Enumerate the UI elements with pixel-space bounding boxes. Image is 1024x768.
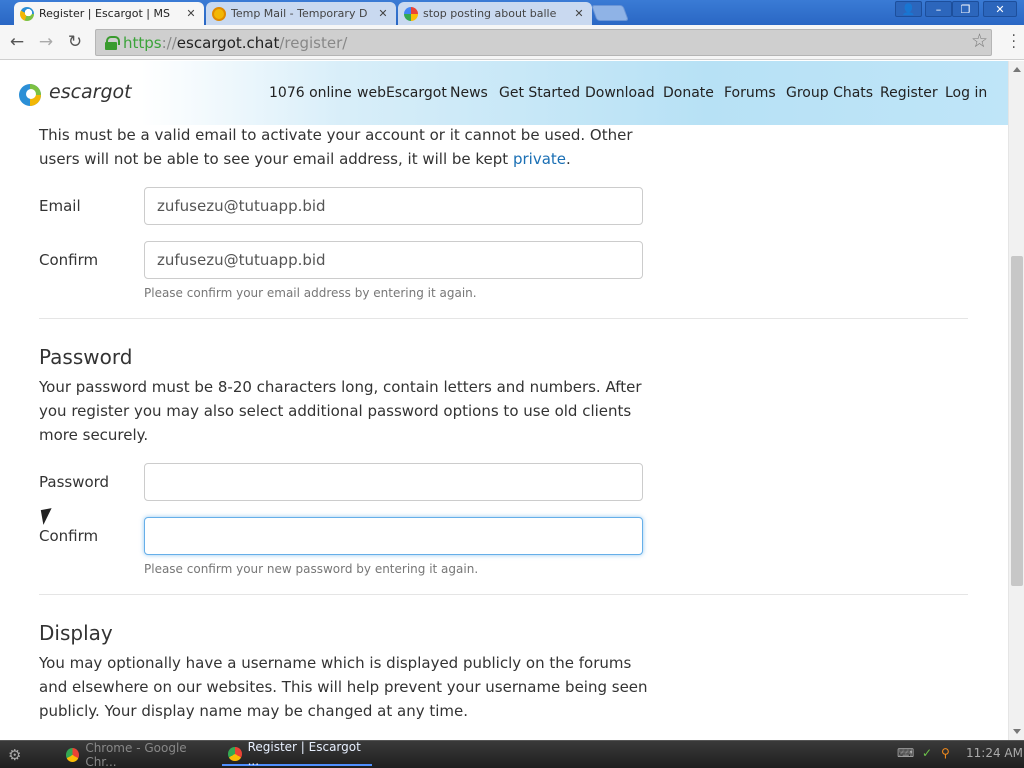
tempmail-favicon-icon bbox=[212, 6, 226, 21]
password-intro: Your password must be 8-20 characters lo… bbox=[39, 378, 642, 444]
url-path: /register/ bbox=[279, 33, 348, 52]
tab-google-search[interactable]: stop posting about balle ✕ bbox=[398, 2, 592, 25]
start-menu-icon[interactable]: ⚙ bbox=[8, 746, 30, 764]
site-brand[interactable]: escargot bbox=[49, 81, 132, 103]
nav-download[interactable]: Download bbox=[585, 85, 655, 101]
browser-toolbar: ← → ↻ https://escargot.chat/register/ ☆ … bbox=[0, 25, 1024, 60]
nav-online-count[interactable]: 1076 online bbox=[269, 85, 352, 101]
taskbar-chrome-window[interactable]: Chrome - Google Chr... bbox=[60, 741, 215, 768]
nav-news[interactable]: News bbox=[450, 85, 488, 101]
email-field[interactable]: zufusezu@tutuapp.bid bbox=[144, 187, 643, 225]
email-intro-end: . bbox=[566, 150, 571, 168]
mouse-cursor-icon bbox=[40, 508, 55, 525]
nav-webescargot[interactable]: webEscargot bbox=[357, 85, 447, 101]
taskbar-item-label: Register | Escargot ... bbox=[247, 740, 361, 768]
google-favicon-icon bbox=[404, 6, 418, 21]
chrome-icon bbox=[66, 748, 80, 762]
chrome-icon bbox=[228, 747, 242, 761]
tab-temp-mail[interactable]: Temp Mail - Temporary D ✕ bbox=[206, 2, 396, 25]
new-tab-button[interactable] bbox=[591, 5, 629, 21]
tab-title: Register | Escargot | MS bbox=[39, 7, 170, 20]
escargot-logo-icon[interactable] bbox=[18, 81, 42, 109]
search-icon[interactable]: ⚲ bbox=[941, 746, 950, 760]
address-bar[interactable]: https://escargot.chat/register/ bbox=[95, 29, 992, 56]
nav-group-chats[interactable]: Group Chats bbox=[786, 85, 873, 101]
tab-close-icon[interactable]: ✕ bbox=[376, 7, 390, 20]
taskbar-register-window[interactable]: Register | Escargot ... bbox=[222, 740, 372, 768]
page-scrollbar[interactable] bbox=[1008, 61, 1024, 740]
page-viewport: escargot 1076 online webEscargot News Ge… bbox=[0, 61, 1008, 740]
confirm-email-label: Confirm bbox=[39, 251, 99, 269]
confirm-password-help: Please confirm your new password by ente… bbox=[144, 562, 479, 576]
network-icon[interactable]: ✓ bbox=[922, 746, 932, 760]
email-intro: This must be a valid email to activate y… bbox=[39, 123, 659, 171]
nav-forums[interactable]: Forums bbox=[724, 85, 776, 101]
confirm-password-field[interactable] bbox=[144, 517, 643, 555]
taskbar-item-label: Chrome - Google Chr... bbox=[85, 741, 187, 768]
forward-arrow-icon[interactable]: → bbox=[35, 31, 57, 53]
escargot-favicon-icon bbox=[20, 6, 34, 21]
browser-menu-icon[interactable]: · · · bbox=[1012, 29, 1016, 55]
display-heading: Display bbox=[39, 621, 113, 645]
url-separator: :// bbox=[161, 33, 177, 52]
window-close-icon[interactable]: ✕ bbox=[983, 1, 1017, 17]
scroll-down-icon[interactable] bbox=[1013, 729, 1021, 734]
clock[interactable]: 11:24 AM bbox=[966, 746, 1023, 760]
nav-donate[interactable]: Donate bbox=[663, 85, 714, 101]
reload-icon[interactable]: ↻ bbox=[64, 31, 86, 53]
keyboard-icon[interactable]: ⌨ bbox=[897, 746, 914, 760]
nav-log-in[interactable]: Log in bbox=[945, 85, 987, 101]
tab-title: stop posting about balle bbox=[423, 7, 557, 20]
browser-tab-strip: Register | Escargot | MS ✕ Temp Mail - T… bbox=[0, 0, 1024, 25]
url-scheme: https bbox=[123, 33, 162, 52]
back-arrow-icon[interactable]: ← bbox=[6, 31, 28, 53]
bookmark-star-icon[interactable]: ☆ bbox=[971, 30, 988, 52]
scrollbar-thumb[interactable] bbox=[1011, 256, 1023, 586]
section-divider bbox=[39, 318, 968, 319]
display-intro: You may optionally have a username which… bbox=[39, 654, 648, 720]
privacy-link[interactable]: private bbox=[513, 150, 566, 168]
nav-get-started[interactable]: Get Started bbox=[499, 85, 580, 101]
restore-icon[interactable]: ❐ bbox=[952, 1, 979, 17]
section-divider bbox=[39, 594, 968, 595]
minimize-icon[interactable]: – bbox=[925, 1, 952, 17]
confirm-password-label: Confirm bbox=[39, 527, 99, 545]
tab-close-icon[interactable]: ✕ bbox=[184, 7, 198, 20]
password-heading: Password bbox=[39, 345, 133, 369]
site-header: escargot 1076 online webEscargot News Ge… bbox=[0, 61, 1008, 125]
url-host: escargot.chat bbox=[176, 33, 280, 52]
tab-title: Temp Mail - Temporary D bbox=[231, 7, 368, 20]
confirm-email-help: Please confirm your email address by ent… bbox=[144, 286, 477, 300]
tab-close-icon[interactable]: ✕ bbox=[572, 7, 586, 20]
lock-icon bbox=[105, 35, 120, 50]
user-profile-icon[interactable]: 👤 bbox=[895, 1, 922, 17]
email-label: Email bbox=[39, 197, 81, 215]
tab-register-escargot[interactable]: Register | Escargot | MS ✕ bbox=[14, 2, 204, 25]
scroll-up-icon[interactable] bbox=[1013, 67, 1021, 72]
confirm-email-field[interactable]: zufusezu@tutuapp.bid bbox=[144, 241, 643, 279]
password-field[interactable] bbox=[144, 463, 643, 501]
password-label: Password bbox=[39, 473, 110, 491]
os-taskbar: ⚙ Chrome - Google Chr... Register | Esca… bbox=[0, 740, 1024, 768]
nav-register[interactable]: Register bbox=[880, 85, 938, 101]
